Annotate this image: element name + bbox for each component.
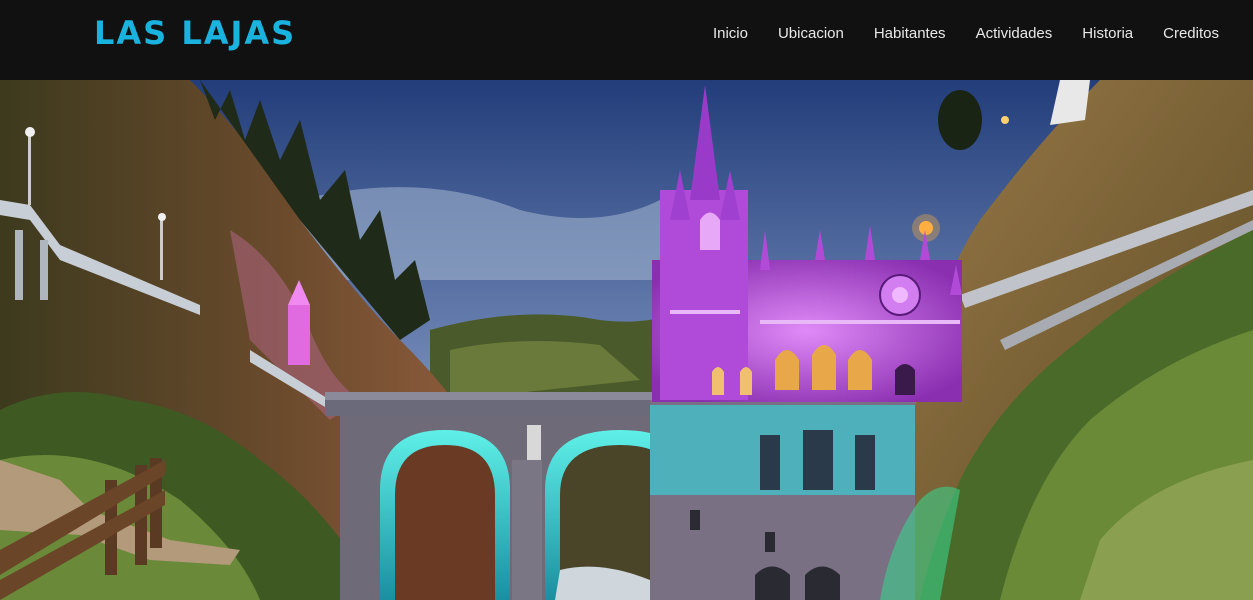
site-logo[interactable]: LAS LAJAS [94, 14, 296, 52]
nav-actividades[interactable]: Actividades [976, 25, 1053, 42]
top-navbar: LAS LAJAS Inicio Ubicacion Habitantes Ac… [0, 0, 1253, 80]
nav-creditos[interactable]: Creditos [1163, 25, 1219, 42]
nav-habitantes[interactable]: Habitantes [874, 25, 946, 42]
nav-ubicacion[interactable]: Ubicacion [778, 25, 844, 42]
sanctuary-photo [0, 80, 1253, 600]
main-nav: Inicio Ubicacion Habitantes Actividades … [713, 25, 1219, 42]
nav-inicio[interactable]: Inicio [713, 25, 748, 42]
hero-banner [0, 80, 1253, 600]
nav-historia[interactable]: Historia [1082, 25, 1133, 42]
